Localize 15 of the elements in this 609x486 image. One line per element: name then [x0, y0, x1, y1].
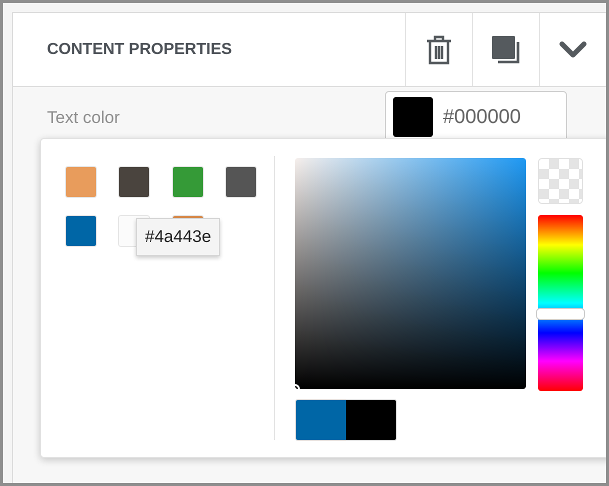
swatch[interactable] [118, 166, 150, 198]
field-label: Text color [46, 107, 121, 129]
trash-icon [426, 34, 452, 64]
previous-color[interactable] [346, 400, 396, 440]
swatch[interactable] [65, 166, 97, 198]
tooltip: #4a443e [136, 218, 220, 256]
swatch[interactable] [65, 215, 97, 247]
saturation-area[interactable] [295, 158, 526, 389]
color-value: #000000 [443, 105, 521, 130]
transparent-swatch[interactable] [538, 158, 583, 204]
swatch[interactable] [172, 166, 204, 198]
panel-title: CONTENT PROPERTIES [46, 40, 233, 60]
swatch[interactable] [224, 166, 257, 198]
copy-icon [491, 34, 521, 64]
chevron-down-icon [559, 40, 587, 58]
